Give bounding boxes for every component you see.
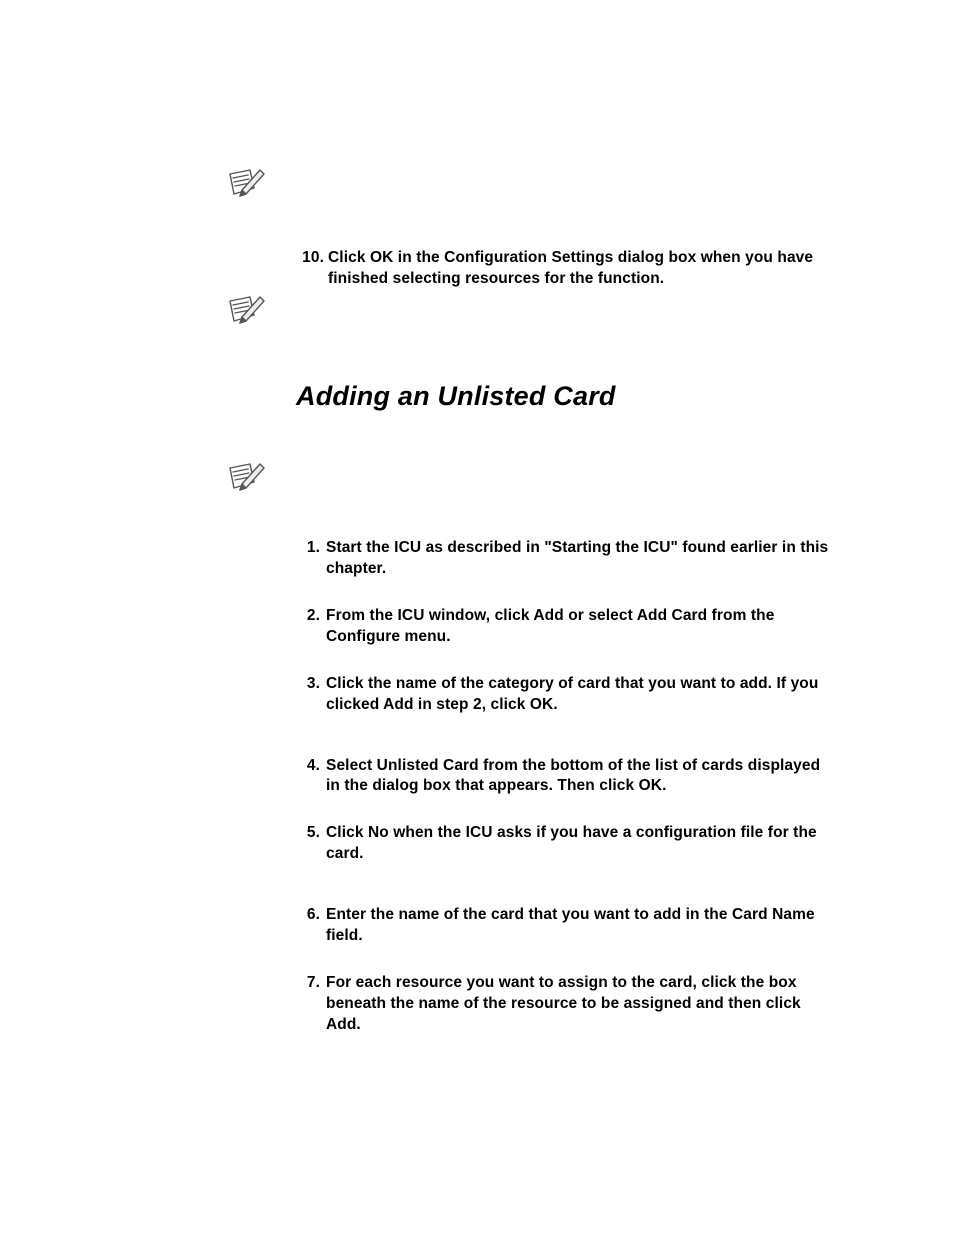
step-number: 7. xyxy=(296,973,320,1036)
step-text: From the ICU window, click Add or select… xyxy=(320,606,836,648)
step-number: 1. xyxy=(296,538,320,580)
note-pencil-icon xyxy=(226,293,268,329)
step-item: 1. Start the ICU as described in "Starti… xyxy=(296,538,836,580)
step-text: Select Unlisted Card from the bottom of … xyxy=(320,756,836,798)
step-text: For each resource you want to assign to … xyxy=(320,973,836,1036)
step-item: 6. Enter the name of the card that you w… xyxy=(296,905,836,947)
step-item: 5. Click No when the ICU asks if you hav… xyxy=(296,823,836,865)
document-page: 10. Click OK in the Configuration Settin… xyxy=(0,0,954,1235)
step-text: Click the name of the category of card t… xyxy=(320,674,836,716)
step-10: 10. Click OK in the Configuration Settin… xyxy=(296,248,832,290)
step-number: 5. xyxy=(296,823,320,865)
step-number: 6. xyxy=(296,905,320,947)
step-text: Click No when the ICU asks if you have a… xyxy=(320,823,836,865)
step-number: 4. xyxy=(296,756,320,798)
step-item: 3. Click the name of the category of car… xyxy=(296,674,836,716)
step-text: Start the ICU as described in "Starting … xyxy=(320,538,836,580)
note-pencil-icon xyxy=(226,166,268,202)
step-item: 2. From the ICU window, click Add or sel… xyxy=(296,606,836,648)
section-heading: Adding an Unlisted Card xyxy=(296,381,616,412)
step-item: 4. Select Unlisted Card from the bottom … xyxy=(296,756,836,798)
step-text: Enter the name of the card that you want… xyxy=(320,905,836,947)
step-number: 10. xyxy=(296,248,324,290)
step-number: 3. xyxy=(296,674,320,716)
step-text: Click OK in the Configuration Settings d… xyxy=(324,248,832,290)
steps-list: 1. Start the ICU as described in "Starti… xyxy=(296,538,836,1062)
step-item: 7. For each resource you want to assign … xyxy=(296,973,836,1036)
note-pencil-icon xyxy=(226,460,268,496)
step-number: 2. xyxy=(296,606,320,648)
